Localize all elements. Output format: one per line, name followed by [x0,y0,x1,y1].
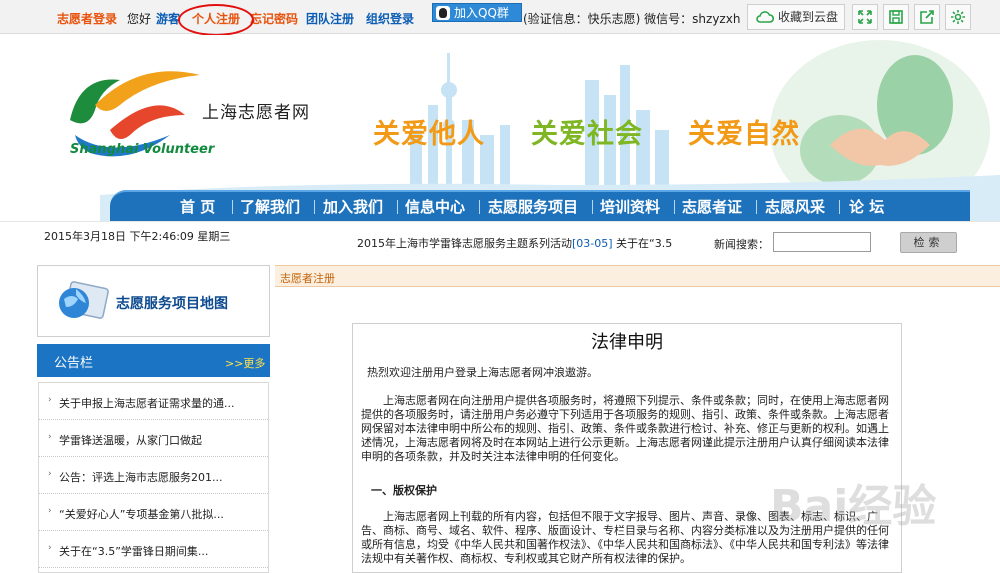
slogan-2: 关爱社会 [531,119,643,150]
nav-divider [592,200,593,214]
nav-join[interactable]: 加入我们 [323,197,383,217]
save-icon [889,10,903,24]
cloud-icon [756,11,774,23]
notice-board-header: 公告栏 >>更多 [37,344,270,377]
nav-service-projects[interactable]: 志愿服务项目 [488,197,578,217]
notice-item[interactable]: › “关爱好心人”专项基金第八批拟... [39,494,268,531]
expand-icon [858,10,872,24]
site-header: 上海志愿者网 Shanghai Volunteer 关爱他人 关爱社会 关爱自然… [0,35,1000,221]
nav-home[interactable]: 首 页 [180,197,215,217]
search-button[interactable]: 检索 [900,232,957,253]
join-qq-group-button[interactable]: 加入QQ群 [432,3,522,22]
save-to-cloud-label: 收藏到云盘 [778,10,839,24]
news-search-input[interactable] [773,232,871,252]
qq-group-label: 加入QQ群 [454,6,509,20]
notice-text: 学雷锋送温暖，从家门口做起 [59,434,202,447]
notice-text: 公告：评选上海市志愿服务201... [59,471,223,484]
main-nav: 首 页 了解我们 加入我们 信息中心 志愿服务项目 培训资料 志愿者证 志愿风采… [110,190,970,221]
fullscreen-button[interactable] [852,4,878,30]
notice-text: “关爱好心人”专项基金第八批拟... [59,508,224,521]
bullet-arrow-icon: › [48,395,52,405]
nav-forum[interactable]: 论 坛 [849,197,884,217]
breadcrumb-bar: 志愿者注册 [275,265,1000,287]
top-bar: 志愿者登录 您好 游客 个人注册 忘记密码 团队注册 组织登录 加入QQ群 (验… [0,0,1000,36]
notice-list: › 关于申报上海志愿者证需求量的通... › 学雷锋送温暖，从家门口做起 › 公… [38,382,269,573]
nav-divider [756,200,757,214]
bullet-arrow-icon: › [48,543,52,553]
notice-board-title: 公告栏 [54,356,94,371]
site-name: 上海志愿者网 [202,103,310,123]
save-to-cloud-button[interactable]: 收藏到云盘 [747,4,845,30]
nav-divider [314,200,315,214]
highlight-circle [178,4,254,36]
legal-statement-box: 法律申明 热烈欢迎注册用户登录上海志愿者网冲浪遨游。 上海志愿者网在向注册用户提… [352,323,902,573]
slogan-3: 关爱自然 [688,119,800,150]
notice-item[interactable]: › 关于在“3.5”学雷锋日期间集... [39,531,268,568]
breadcrumb: 志愿者注册 [280,272,335,285]
welcome-text: 热烈欢迎注册用户登录上海志愿者网冲浪遨游。 [367,366,598,379]
share-button[interactable] [914,4,940,30]
nav-volunteer-style[interactable]: 志愿风采 [765,197,825,217]
notice-item[interactable]: › 公告：评选上海市志愿服务201... [39,457,268,494]
qq-icon [436,6,450,20]
gear-icon [951,10,965,24]
bullet-arrow-icon: › [48,469,52,479]
greeting-text: 您好 [127,12,152,26]
news-search-label: 新闻搜索： [714,238,769,251]
save-page-button[interactable] [883,4,909,30]
service-map-title: 志愿服务项目地图 [116,296,228,312]
slogan-1: 关爱他人 [373,119,485,150]
bullet-arrow-icon: › [48,432,52,442]
verify-info-text: (验证信息：快乐志愿) 微信号：shzyzxh [523,12,741,26]
nav-divider [839,200,840,214]
org-login-link[interactable]: 组织登录 [366,11,414,27]
nav-divider [232,200,233,214]
settings-button[interactable] [945,4,971,30]
notice-item[interactable]: › 学雷锋送温暖，从家门口做起 [39,420,268,457]
nav-info-center[interactable]: 信息中心 [405,197,465,217]
notice-item[interactable]: › 关于申报上海志愿者证需求量的通... [39,383,268,420]
bullet-arrow-icon: › [48,506,52,516]
notice-more-link[interactable]: >>更多 [225,355,265,371]
nav-divider [674,200,675,214]
marquee-tail: 关于在“3.5 [616,237,673,250]
site-english-name: Shanghai Volunteer [70,142,215,157]
news-marquee[interactable]: 2015年上海市学雷锋志愿服务主题系列活动[03-05] 关于在“3.5 [357,235,695,253]
legal-paragraph-1: 上海志愿者网在向注册用户提供各项服务时，将遵照下列提示、条件或条款；同时，在使用… [361,394,889,463]
notice-text: 关于申报上海志愿者证需求量的通... [59,397,235,410]
service-map-box[interactable]: 志愿服务项目地图 [37,265,270,337]
share-icon [920,10,934,24]
nav-divider [479,200,480,214]
nav-volunteer-card[interactable]: 志愿者证 [682,197,742,217]
info-row: 2015年3月18日 下午2:46:09 星期三 2015年上海市学雷锋志愿服务… [0,221,1000,265]
forgot-password-link[interactable]: 忘记密码 [250,11,298,27]
current-date: 2015年3月18日 下午2:46:09 星期三 [44,230,231,243]
marquee-title: 2015年上海市学雷锋志愿服务主题系列活动 [357,237,572,250]
watermark: Bai经验 [770,481,937,532]
guest-text: 游客 [156,12,181,26]
nav-training[interactable]: 培训资料 [600,197,660,217]
notice-text: 关于在“3.5”学雷锋日期间集... [59,545,209,558]
nav-divider [397,200,398,214]
team-register-link[interactable]: 团队注册 [306,11,354,27]
globe-folder-icon [59,281,109,319]
nav-about[interactable]: 了解我们 [240,197,300,217]
marquee-date: [03-05] [572,237,613,250]
section-heading-copyright: 一、版权保护 [371,484,437,497]
legal-title: 法律申明 [591,332,663,353]
volunteer-login-link[interactable]: 志愿者登录 [57,11,117,27]
